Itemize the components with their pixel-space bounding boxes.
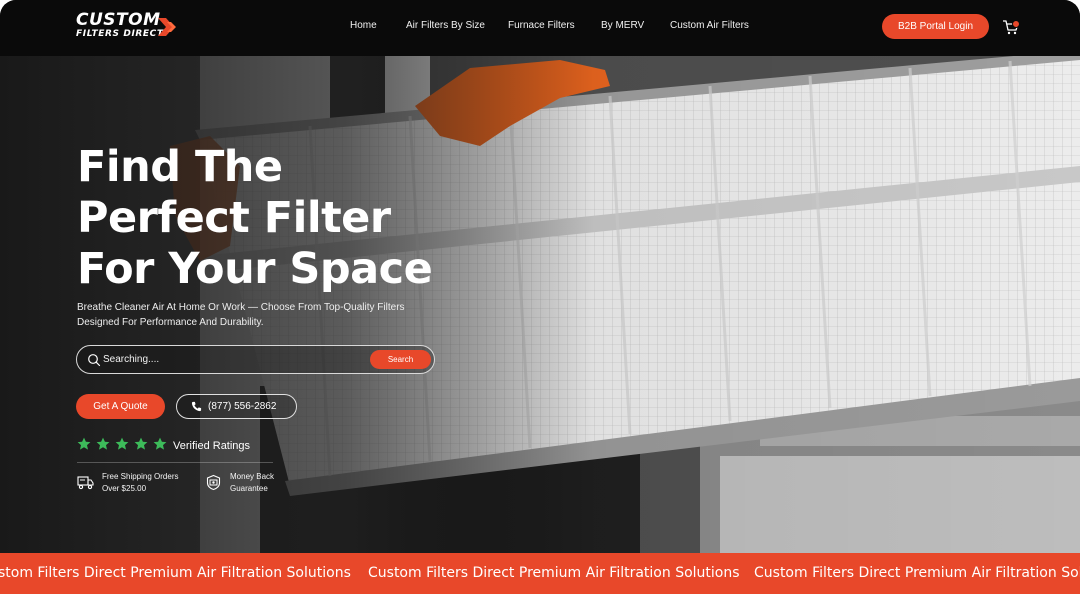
star-icon	[115, 437, 129, 450]
star-icon	[77, 437, 91, 450]
marquee-item: stom Filters Direct Premium Air Filtrati…	[0, 565, 351, 581]
headline-line1: Find The	[77, 142, 283, 192]
perk-text: Money Back Guarantee	[230, 471, 274, 495]
phone-number: (877) 556-2862	[208, 401, 277, 412]
nav-furnace-filters[interactable]: Furnace Filters	[508, 19, 575, 33]
search-icon	[88, 354, 101, 367]
verified-ratings-label: Verified Ratings	[173, 440, 251, 452]
nav-by-merv[interactable]: By MERV	[601, 19, 644, 33]
hero-subtitle: Breathe Cleaner Air At Home Or Work — Ch…	[77, 302, 405, 328]
perk-line1: Free Shipping Orders	[102, 472, 179, 481]
star-icon	[96, 437, 110, 450]
logo-chevron-icon	[158, 18, 176, 36]
cart-count-badge	[1012, 20, 1020, 28]
money-back-icon	[206, 474, 221, 491]
hero-section: Find The Perfect Filter For Your Space B…	[0, 56, 1080, 553]
phone-button[interactable]: (877) 556-2862	[176, 394, 297, 419]
headline-line2: Perfect Filter	[77, 193, 391, 243]
phone-icon	[191, 401, 202, 412]
page: CUSTOM FILTERS DIRECT Home Air Filters B…	[0, 0, 1080, 594]
perk-text: Free Shipping Orders Over $25.00	[102, 471, 178, 495]
marquee-item: Custom Filters Direct Premium Air Filtra…	[368, 565, 740, 581]
hero-search-bar: Search	[76, 345, 435, 374]
perks-divider	[77, 462, 273, 463]
search-button[interactable]: Search	[370, 350, 431, 369]
hero-headline: Find The Perfect Filter For Your Space	[77, 142, 477, 295]
logo-line1: CUSTOM	[76, 10, 161, 30]
marquee-item: Custom Filters Direct Premium Air Filtra…	[754, 565, 1080, 581]
perk-line2: Guarantee	[230, 484, 268, 493]
b2b-portal-login-button[interactable]: B2B Portal Login	[882, 14, 989, 39]
nav-custom-air-filters[interactable]: Custom Air Filters	[670, 19, 749, 33]
star-icon	[134, 437, 148, 450]
logo-line2: FILTERS DIRECT	[76, 29, 164, 39]
star-icon	[153, 437, 167, 450]
perk-line1: Money Back	[230, 472, 275, 481]
top-navbar: CUSTOM FILTERS DIRECT Home Air Filters B…	[0, 0, 1080, 56]
perk-line2: Over $25.00	[102, 484, 147, 493]
truck-icon	[77, 476, 94, 490]
search-input[interactable]	[103, 346, 363, 373]
get-a-quote-button[interactable]: Get A Quote	[76, 394, 165, 419]
nav-home[interactable]: Home	[350, 19, 377, 33]
brand-marquee: stom Filters Direct Premium Air Filtrati…	[0, 553, 1080, 594]
headline-line3: For Your Space	[77, 244, 433, 294]
nav-air-filters-by-size[interactable]: Air Filters By Size	[406, 19, 485, 33]
site-logo[interactable]: CUSTOM FILTERS DIRECT	[76, 12, 184, 42]
